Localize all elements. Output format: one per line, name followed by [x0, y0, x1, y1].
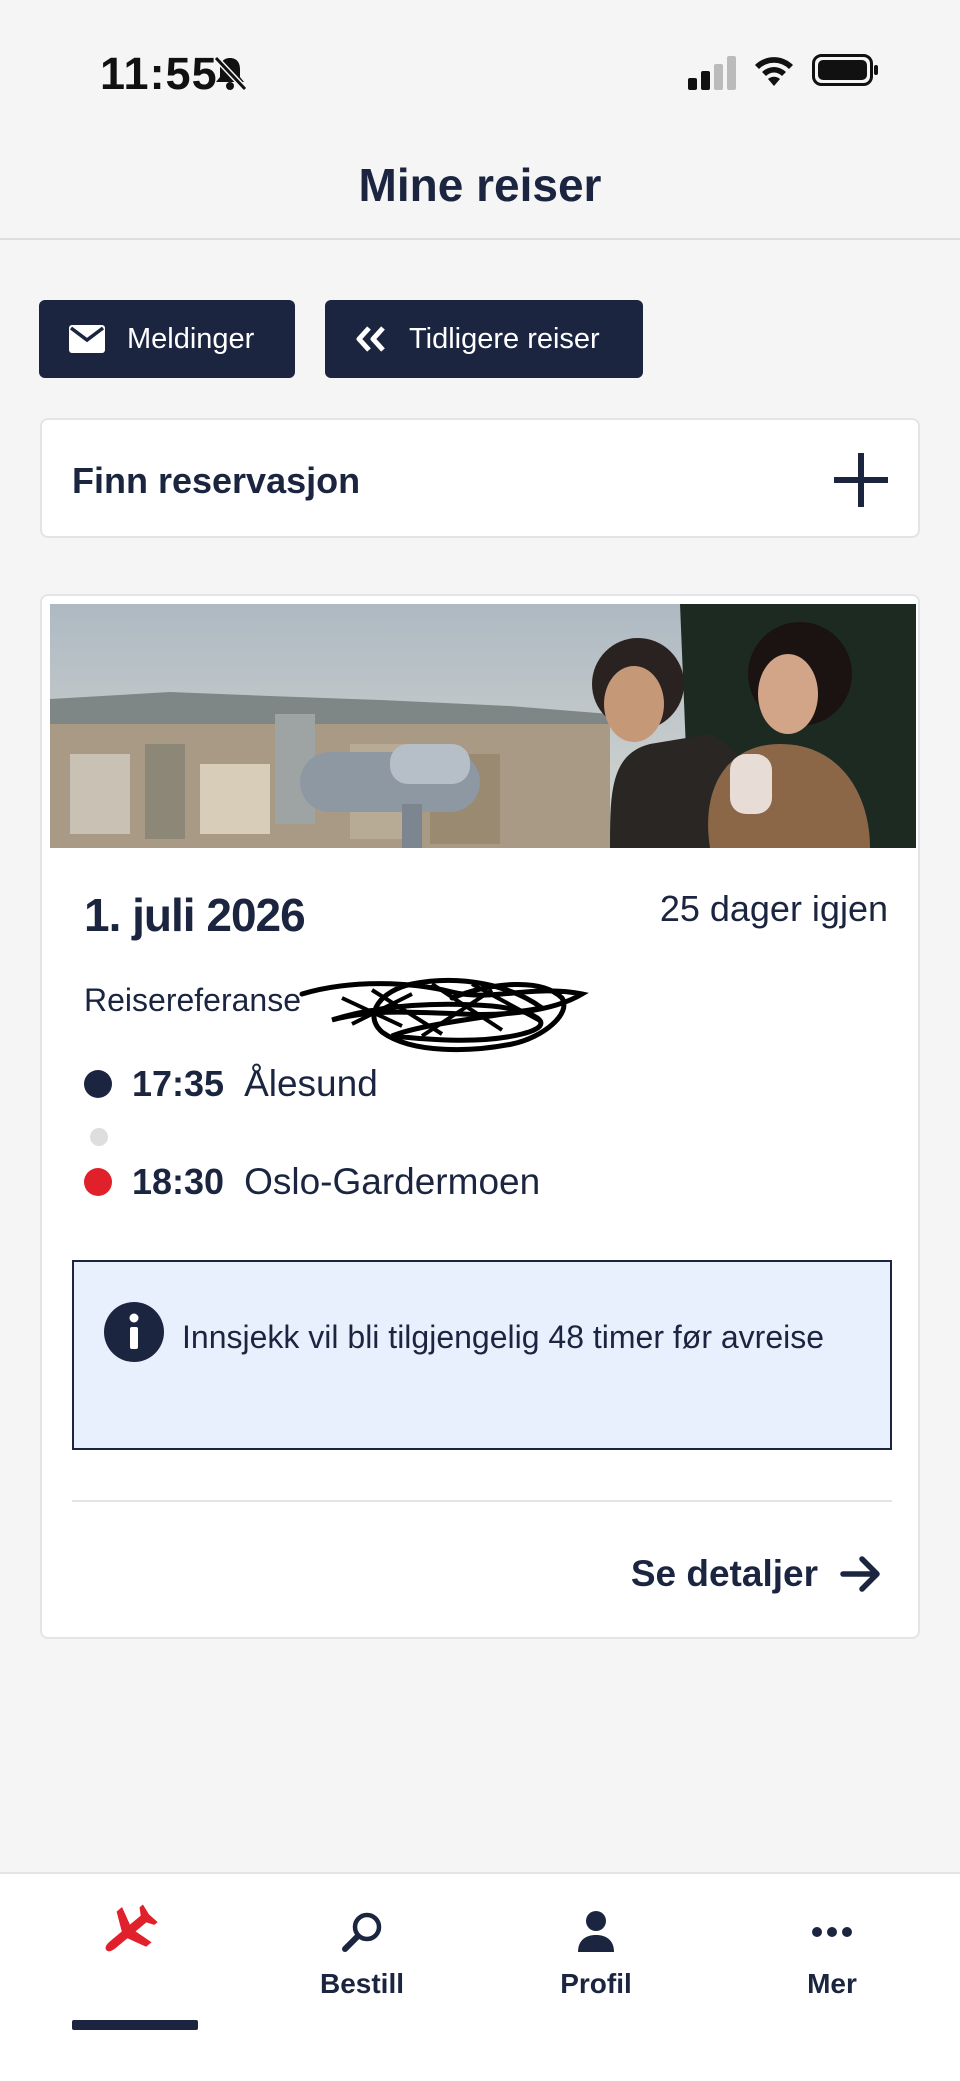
tab-more-label: Mer [807, 1968, 857, 1999]
check-in-info-box: Innsjekk vil bli tilgjengelig 48 timer f… [72, 1260, 892, 1450]
departure-stop: 17:35 Ålesund [84, 1062, 378, 1106]
active-tab-indicator [72, 2020, 198, 2030]
arrival-time: 18:30 [132, 1161, 225, 1202]
departure-place: Ålesund [244, 1063, 378, 1104]
trip-date: 1. juli 2026 [84, 889, 306, 941]
arrow-right-icon [840, 1556, 880, 1592]
find-reservation-card[interactable]: Finn reservasjon [40, 418, 920, 538]
signal-icon [688, 56, 736, 90]
battery-icon [812, 54, 878, 86]
tab-profile[interactable]: Profil [476, 1902, 716, 2052]
more-dots-icon [812, 1927, 852, 1937]
tab-book[interactable]: Bestill [242, 1902, 482, 2052]
arrival-place: Oslo-Gardermoen [244, 1161, 541, 1202]
messages-button[interactable]: Meldinger [39, 300, 295, 378]
page-title: Mine reiser [358, 159, 602, 211]
bell-off-icon [213, 55, 248, 92]
double-chevron-left-icon [356, 326, 385, 352]
redaction-scribble [299, 977, 589, 1053]
tab-more[interactable]: Mer [712, 1902, 952, 2052]
search-icon [342, 1912, 382, 1952]
previous-trips-label: Tidligere reiser [409, 322, 600, 355]
departure-time: 17:35 [132, 1063, 225, 1104]
tab-bar: Bestill Profil Mer [0, 1872, 960, 2081]
tab-book-label: Bestill [319, 1968, 405, 1999]
check-in-info-text: Innsjekk vil bli tilgjengelig 48 timer f… [182, 1319, 825, 1355]
airplane-icon [105, 1904, 158, 1952]
see-details-link[interactable]: Se detaljer [631, 1544, 882, 1604]
person-icon [578, 1911, 614, 1952]
trip-photo [50, 604, 916, 848]
tab-trips[interactable] [8, 1902, 248, 2052]
wifi-icon [755, 57, 793, 86]
route-connector-dot [90, 1128, 108, 1146]
plus-icon[interactable] [834, 453, 888, 507]
envelope-icon [69, 325, 105, 353]
days-left: 25 dager igjen [659, 888, 888, 929]
arrival-dot [84, 1168, 112, 1196]
arrival-stop: 18:30 Oslo-Gardermoen [84, 1160, 540, 1204]
divider [72, 1500, 892, 1502]
messages-label: Meldinger [127, 322, 255, 355]
booking-reference-label: Reisereferanse [84, 982, 301, 1018]
status-time: 11:55 [100, 48, 218, 99]
tab-profile-label: Profil [560, 1968, 632, 1999]
trip-card[interactable]: 1. juli 2026 25 dager igjen Reisereferan… [40, 594, 920, 1639]
status-bar: 11:55 [0, 0, 960, 150]
previous-trips-button[interactable]: Tidligere reiser [325, 300, 643, 378]
departure-dot [84, 1070, 112, 1098]
see-details-label: Se detaljer [630, 1553, 818, 1594]
info-icon [104, 1302, 164, 1362]
header: Mine reiser [0, 150, 960, 240]
find-reservation-label: Finn reservasjon [72, 460, 361, 501]
